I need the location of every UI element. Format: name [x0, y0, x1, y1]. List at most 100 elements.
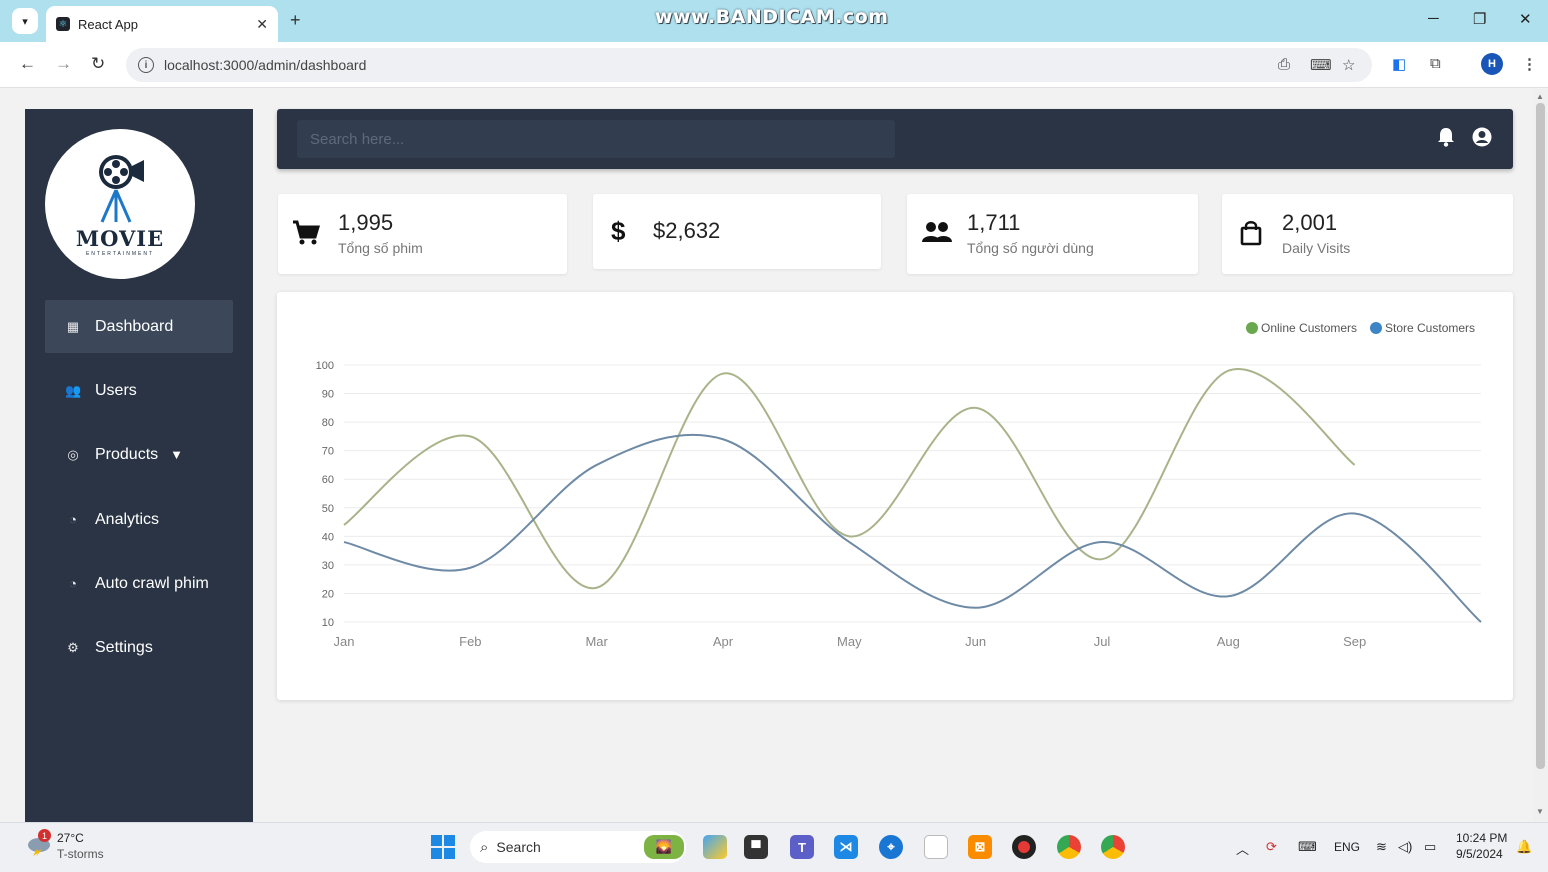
xampp-icon[interactable]: ⊠: [968, 835, 992, 859]
search-input[interactable]: [297, 120, 895, 158]
bandicam-record-icon[interactable]: [1012, 835, 1036, 859]
browser-toolbar: ← → ↻ i localhost:3000/admin/dashboard ⎙…: [0, 42, 1548, 88]
keyboard-icon[interactable]: ⌨: [1298, 839, 1317, 855]
film-camera-icon: [99, 154, 144, 223]
weather-desc[interactable]: T-storms: [57, 847, 104, 861]
x-tick-label: Sep: [1343, 634, 1366, 649]
back-button[interactable]: ←: [19, 54, 36, 74]
sidebar-item-users[interactable]: 👥 Users: [45, 364, 233, 417]
chevron-up-icon[interactable]: ︿: [1236, 839, 1249, 858]
address-bar[interactable]: i localhost:3000/admin/dashboard ⎙ ⌨ ☆: [126, 48, 1372, 82]
crawl-icon: ◔: [69, 576, 77, 591]
profile-avatar[interactable]: H: [1481, 53, 1503, 75]
new-tab-button[interactable]: +: [290, 10, 301, 31]
sidebar-item-label: Users: [95, 381, 137, 399]
tab-search-button[interactable]: ▾: [12, 8, 38, 34]
notification-bell-icon[interactable]: 🔔: [1516, 839, 1532, 855]
forward-button[interactable]: →: [55, 54, 72, 74]
wifi-icon[interactable]: ≋: [1376, 839, 1387, 855]
install-app-icon[interactable]: ⎙: [1278, 56, 1290, 73]
clock-date[interactable]: 9/5/2024: [1456, 847, 1503, 861]
file-explorer-icon[interactable]: ▀: [744, 835, 768, 859]
vscode-icon[interactable]: ⋊: [834, 835, 858, 859]
weather-temp[interactable]: 27°C: [57, 831, 84, 845]
sidebar-item-label: Products: [95, 445, 159, 463]
x-tick-label: Aug: [1217, 634, 1240, 649]
minimize-button[interactable]: ─: [1428, 10, 1439, 27]
settings-icon: ⚙: [67, 639, 79, 655]
language-indicator[interactable]: ENG: [1334, 840, 1360, 854]
legend-marker: [1246, 322, 1258, 334]
restore-button[interactable]: ❐: [1473, 10, 1486, 28]
x-tick-label: Jul: [1094, 634, 1111, 649]
browser-menu-icon[interactable]: ⋮: [1522, 55, 1537, 73]
browser-tab-bar: ▾ ⚛ React App ✕ + www.BANDICAM.com ─ ❐ ✕: [0, 0, 1548, 42]
tab-close-button[interactable]: ✕: [256, 16, 268, 33]
stat-value: 1,711: [967, 210, 1021, 235]
sync-icon[interactable]: ⟳: [1266, 839, 1277, 855]
sidebar-item-products[interactable]: ◎ Products ▼: [45, 428, 233, 481]
stat-label: Daily Visits: [1282, 240, 1351, 256]
extension-translate-icon[interactable]: ◧: [1392, 55, 1406, 73]
scroll-up-arrow-icon[interactable]: ▲: [1536, 92, 1544, 101]
clock-time[interactable]: 10:24 PM: [1456, 831, 1507, 845]
stat-value: $2,632: [653, 218, 721, 243]
volume-icon[interactable]: ◁): [1398, 839, 1412, 855]
products-icon: ◎: [67, 446, 79, 462]
chevron-down-icon: ▼: [170, 447, 184, 462]
movie-logo[interactable]: MOVIE ENTERTAINMENT: [45, 129, 195, 279]
customers-chart: 10 20 30 40 50 60 70 80 90 100 Jan Feb Mar Apr May Jun J…: [277, 292, 1513, 700]
maps-icon[interactable]: ⌖: [879, 835, 903, 859]
site-info-icon[interactable]: i: [138, 57, 154, 73]
scrollbar-thumb[interactable]: [1536, 103, 1545, 769]
teams-icon[interactable]: T: [790, 835, 814, 859]
page-content: MOVIE ENTERTAINMENT ▦ Dashboard 👥 Users …: [6, 89, 1533, 822]
legend-marker: [1370, 322, 1382, 334]
stat-card-users: 1,711 Tổng số người dùng: [907, 194, 1198, 274]
close-window-button[interactable]: ✕: [1519, 10, 1532, 28]
sidebar-item-settings[interactable]: ⚙ Settings: [45, 621, 233, 674]
stat-label: Tổng số người dùng: [967, 240, 1094, 256]
y-tick-label: 80: [322, 417, 334, 429]
windows-start-icon[interactable]: [431, 835, 455, 859]
sidebar-item-analytics[interactable]: ◔ Analytics: [45, 493, 233, 546]
stat-value: 2,001: [1282, 210, 1338, 235]
copilot-icon[interactable]: [703, 835, 727, 859]
shopping-bag-icon: [1240, 220, 1262, 253]
widget-image-icon[interactable]: 🌄: [644, 835, 684, 859]
users-icon: [921, 220, 953, 251]
y-tick-label: 90: [322, 389, 334, 401]
translate-icon[interactable]: ⌨: [1310, 56, 1332, 74]
legend-label: Store Customers: [1385, 321, 1475, 335]
y-tick-label: 100: [316, 360, 334, 372]
scroll-down-arrow-icon[interactable]: ▼: [1536, 807, 1544, 816]
notepad-icon[interactable]: [924, 835, 948, 859]
dashboard-icon: ▦: [66, 318, 80, 334]
bell-icon[interactable]: [1437, 127, 1455, 153]
extensions-puzzle-icon[interactable]: ⧉: [1430, 55, 1441, 72]
tab-title: React App: [78, 16, 138, 32]
logo-text: MOVIE: [75, 225, 165, 251]
taskbar-search-label: Search: [496, 839, 541, 855]
battery-icon[interactable]: ▭: [1424, 839, 1436, 855]
browser-tab[interactable]: ⚛ React App ✕: [46, 6, 278, 42]
sidebar-item-label: Settings: [95, 638, 153, 656]
users-icon: 👥: [65, 382, 82, 398]
stat-card-revenue: $ $2,632: [593, 194, 881, 269]
sidebar-item-dashboard[interactable]: ▦ Dashboard: [45, 300, 233, 353]
stat-card-visits: 2,001 Daily Visits: [1222, 194, 1513, 274]
x-tick-label: Apr: [713, 634, 734, 649]
bandicam-watermark: www.BANDICAM.com: [655, 6, 889, 28]
page-scrollbar[interactable]: ▲ ▼: [1533, 89, 1548, 822]
y-tick-label: 30: [322, 560, 334, 572]
bookmark-star-icon[interactable]: ☆: [1342, 56, 1355, 74]
analytics-icon: ◔: [69, 512, 77, 527]
reload-button[interactable]: ↻: [91, 54, 105, 74]
chrome-profile-h-icon[interactable]: [1057, 835, 1081, 859]
y-tick-label: 10: [322, 617, 334, 629]
sidebar-item-auto-crawl[interactable]: ◔ Auto crawl phim: [45, 557, 233, 610]
y-tick-label: 50: [322, 503, 334, 515]
chrome-profile-2-icon[interactable]: [1101, 835, 1125, 859]
user-circle-icon[interactable]: [1472, 127, 1492, 153]
top-bar: [277, 109, 1513, 169]
